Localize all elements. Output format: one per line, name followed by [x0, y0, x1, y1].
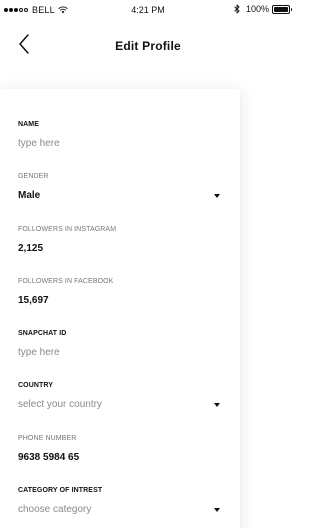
gender-select[interactable]: Male	[18, 190, 222, 202]
facebook-followers-label: FOLLOWERS IN FACEBOOK	[18, 278, 114, 285]
gender-field[interactable]: GENDER Male	[18, 172, 222, 202]
country-placeholder: select your country	[18, 399, 102, 410]
instagram-followers-field[interactable]: FOLLOWERS IN INSTAGRAM 2,125	[18, 225, 222, 255]
caret-down-icon[interactable]	[214, 194, 220, 198]
facebook-followers-input[interactable]: 15,697	[18, 295, 222, 307]
gender-value: Male	[18, 190, 41, 201]
status-right: 100%	[234, 4, 292, 14]
snapchat-id-label: SNAPCHAT ID	[18, 330, 67, 337]
category-select[interactable]: choose category	[18, 504, 222, 516]
category-field[interactable]: CATEGORY OF INTREST choose category	[18, 486, 222, 516]
phone-number-field[interactable]: PHONE NUMBER 9638 5984 65	[18, 434, 222, 464]
facebook-followers-field[interactable]: FOLLOWERS IN FACEBOOK 15,697	[18, 277, 222, 307]
bluetooth-icon	[234, 4, 240, 14]
name-label: NAME	[18, 121, 40, 128]
profile-form-card: NAME type here GENDER Male FOLLOWERS IN …	[0, 89, 240, 528]
snapchat-id-field[interactable]: SNAPCHAT ID type here	[18, 329, 222, 359]
edit-profile-screen: BELL 4:21 PM 100% Edit Profile NAME type…	[0, 0, 296, 528]
country-field[interactable]: COUNTRY select your country	[18, 381, 222, 411]
page-title: Edit Profile	[115, 39, 181, 53]
country-select[interactable]: select your country	[18, 399, 222, 411]
name-field[interactable]: NAME type here	[18, 120, 222, 150]
battery-percentage: 100%	[245, 4, 269, 14]
caret-down-icon[interactable]	[214, 508, 220, 512]
battery-icon	[272, 4, 292, 14]
gender-label: GENDER	[18, 173, 49, 180]
instagram-followers-label: FOLLOWERS IN INSTAGRAM	[18, 226, 117, 233]
phone-number-label: PHONE NUMBER	[18, 435, 77, 442]
header: Edit Profile	[0, 28, 296, 64]
status-bar: BELL 4:21 PM 100%	[0, 0, 296, 20]
category-label: CATEGORY OF INTREST	[18, 487, 103, 494]
country-label: COUNTRY	[18, 382, 54, 389]
snapchat-id-input[interactable]: type here	[18, 347, 222, 359]
caret-down-icon[interactable]	[214, 403, 220, 407]
phone-number-input[interactable]: 9638 5984 65	[18, 452, 222, 464]
instagram-followers-input[interactable]: 2,125	[18, 243, 222, 255]
category-placeholder: choose category	[18, 504, 92, 515]
name-input[interactable]: type here	[18, 138, 222, 150]
